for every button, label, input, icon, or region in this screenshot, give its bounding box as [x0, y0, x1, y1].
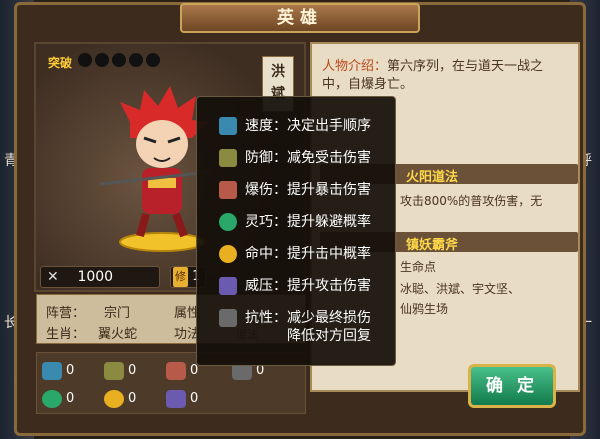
fate-line: 仙鸦生场 [400, 302, 449, 316]
crit-icon [166, 362, 186, 380]
tooltip-stat-name: 威压 [245, 278, 273, 294]
attribute-tooltip: 速度：决定出手顺序 防御：减免受击伤害 爆伤：提升暴击伤害 灵巧：提升躲避概率 … [196, 96, 396, 366]
camp-value: 宗门 [104, 306, 131, 321]
tooltip-stat-desc: 减少最终损伤降低对方回复 [287, 310, 371, 344]
breakthrough-label: 突破 [48, 56, 73, 70]
tooltip-stat-name: 灵巧 [245, 214, 273, 230]
skill-description: 生命点 [400, 260, 437, 274]
zodiac-value: 翼火蛇 [98, 327, 138, 342]
star-icon [78, 53, 92, 67]
speed-icon [42, 362, 62, 380]
power-value: 1000 [77, 269, 114, 285]
defense-icon [219, 149, 237, 167]
dodge-icon [219, 213, 237, 231]
skill-name: 镇妖霸斧 [406, 238, 459, 253]
power-display: ✕ 1000 [40, 266, 160, 288]
camp-label: 阵营： [46, 306, 86, 321]
hit-icon [104, 390, 124, 408]
skill-name: 火阳道法 [406, 170, 459, 185]
window-title: 英雄 [180, 3, 420, 33]
zodiac-label: 生肖： [46, 327, 86, 342]
intro-label: 人物介绍： [322, 59, 388, 74]
pressure-value: 0 [190, 391, 199, 406]
power-icon: ✕ [47, 269, 59, 285]
pressure-icon [166, 390, 186, 408]
star-icon [129, 53, 143, 67]
cultivation-badge: 修 [173, 267, 188, 287]
tooltip-stat-desc: 提升攻击伤害 [287, 278, 371, 294]
tooltip-stat-desc: 决定出手顺序 [287, 118, 371, 134]
fate-line: 冰聪、洪斌、宇文坚、 [400, 282, 521, 296]
star-icon [112, 53, 126, 67]
defense-value: 0 [128, 363, 137, 378]
resist-icon [219, 309, 237, 327]
star-icon [146, 53, 160, 67]
pressure-icon [219, 277, 237, 295]
tooltip-stat-name: 抗性 [245, 310, 273, 326]
tooltip-stat-name: 防御 [245, 150, 273, 166]
skill-description: 攻击800%的普攻伤害，无 [400, 194, 543, 208]
tooltip-stat-desc: 提升躲避概率 [287, 214, 371, 230]
tooltip-stat-name: 爆伤 [245, 182, 273, 198]
hero-intro: 人物介绍：第六序列，在与道天一战之中，自爆身亡。 [322, 58, 560, 94]
defense-icon [104, 362, 124, 380]
speed-value: 0 [66, 363, 75, 378]
hit-value: 0 [128, 391, 137, 406]
tooltip-stat-desc: 减免受击伤害 [287, 150, 371, 166]
star-icon [95, 53, 109, 67]
tooltip-stat-desc: 提升击中概率 [287, 246, 371, 262]
dodge-icon [42, 390, 62, 408]
speed-icon [219, 117, 237, 135]
tooltip-stat-name: 速度 [245, 118, 273, 134]
tooltip-stat-desc: 提升暴击伤害 [287, 182, 371, 198]
confirm-button[interactable]: 确 定 [468, 364, 556, 408]
hit-icon [219, 245, 237, 263]
tooltip-stat-name: 命中 [245, 246, 273, 262]
dodge-value: 0 [66, 391, 75, 406]
crit-icon [219, 181, 237, 199]
